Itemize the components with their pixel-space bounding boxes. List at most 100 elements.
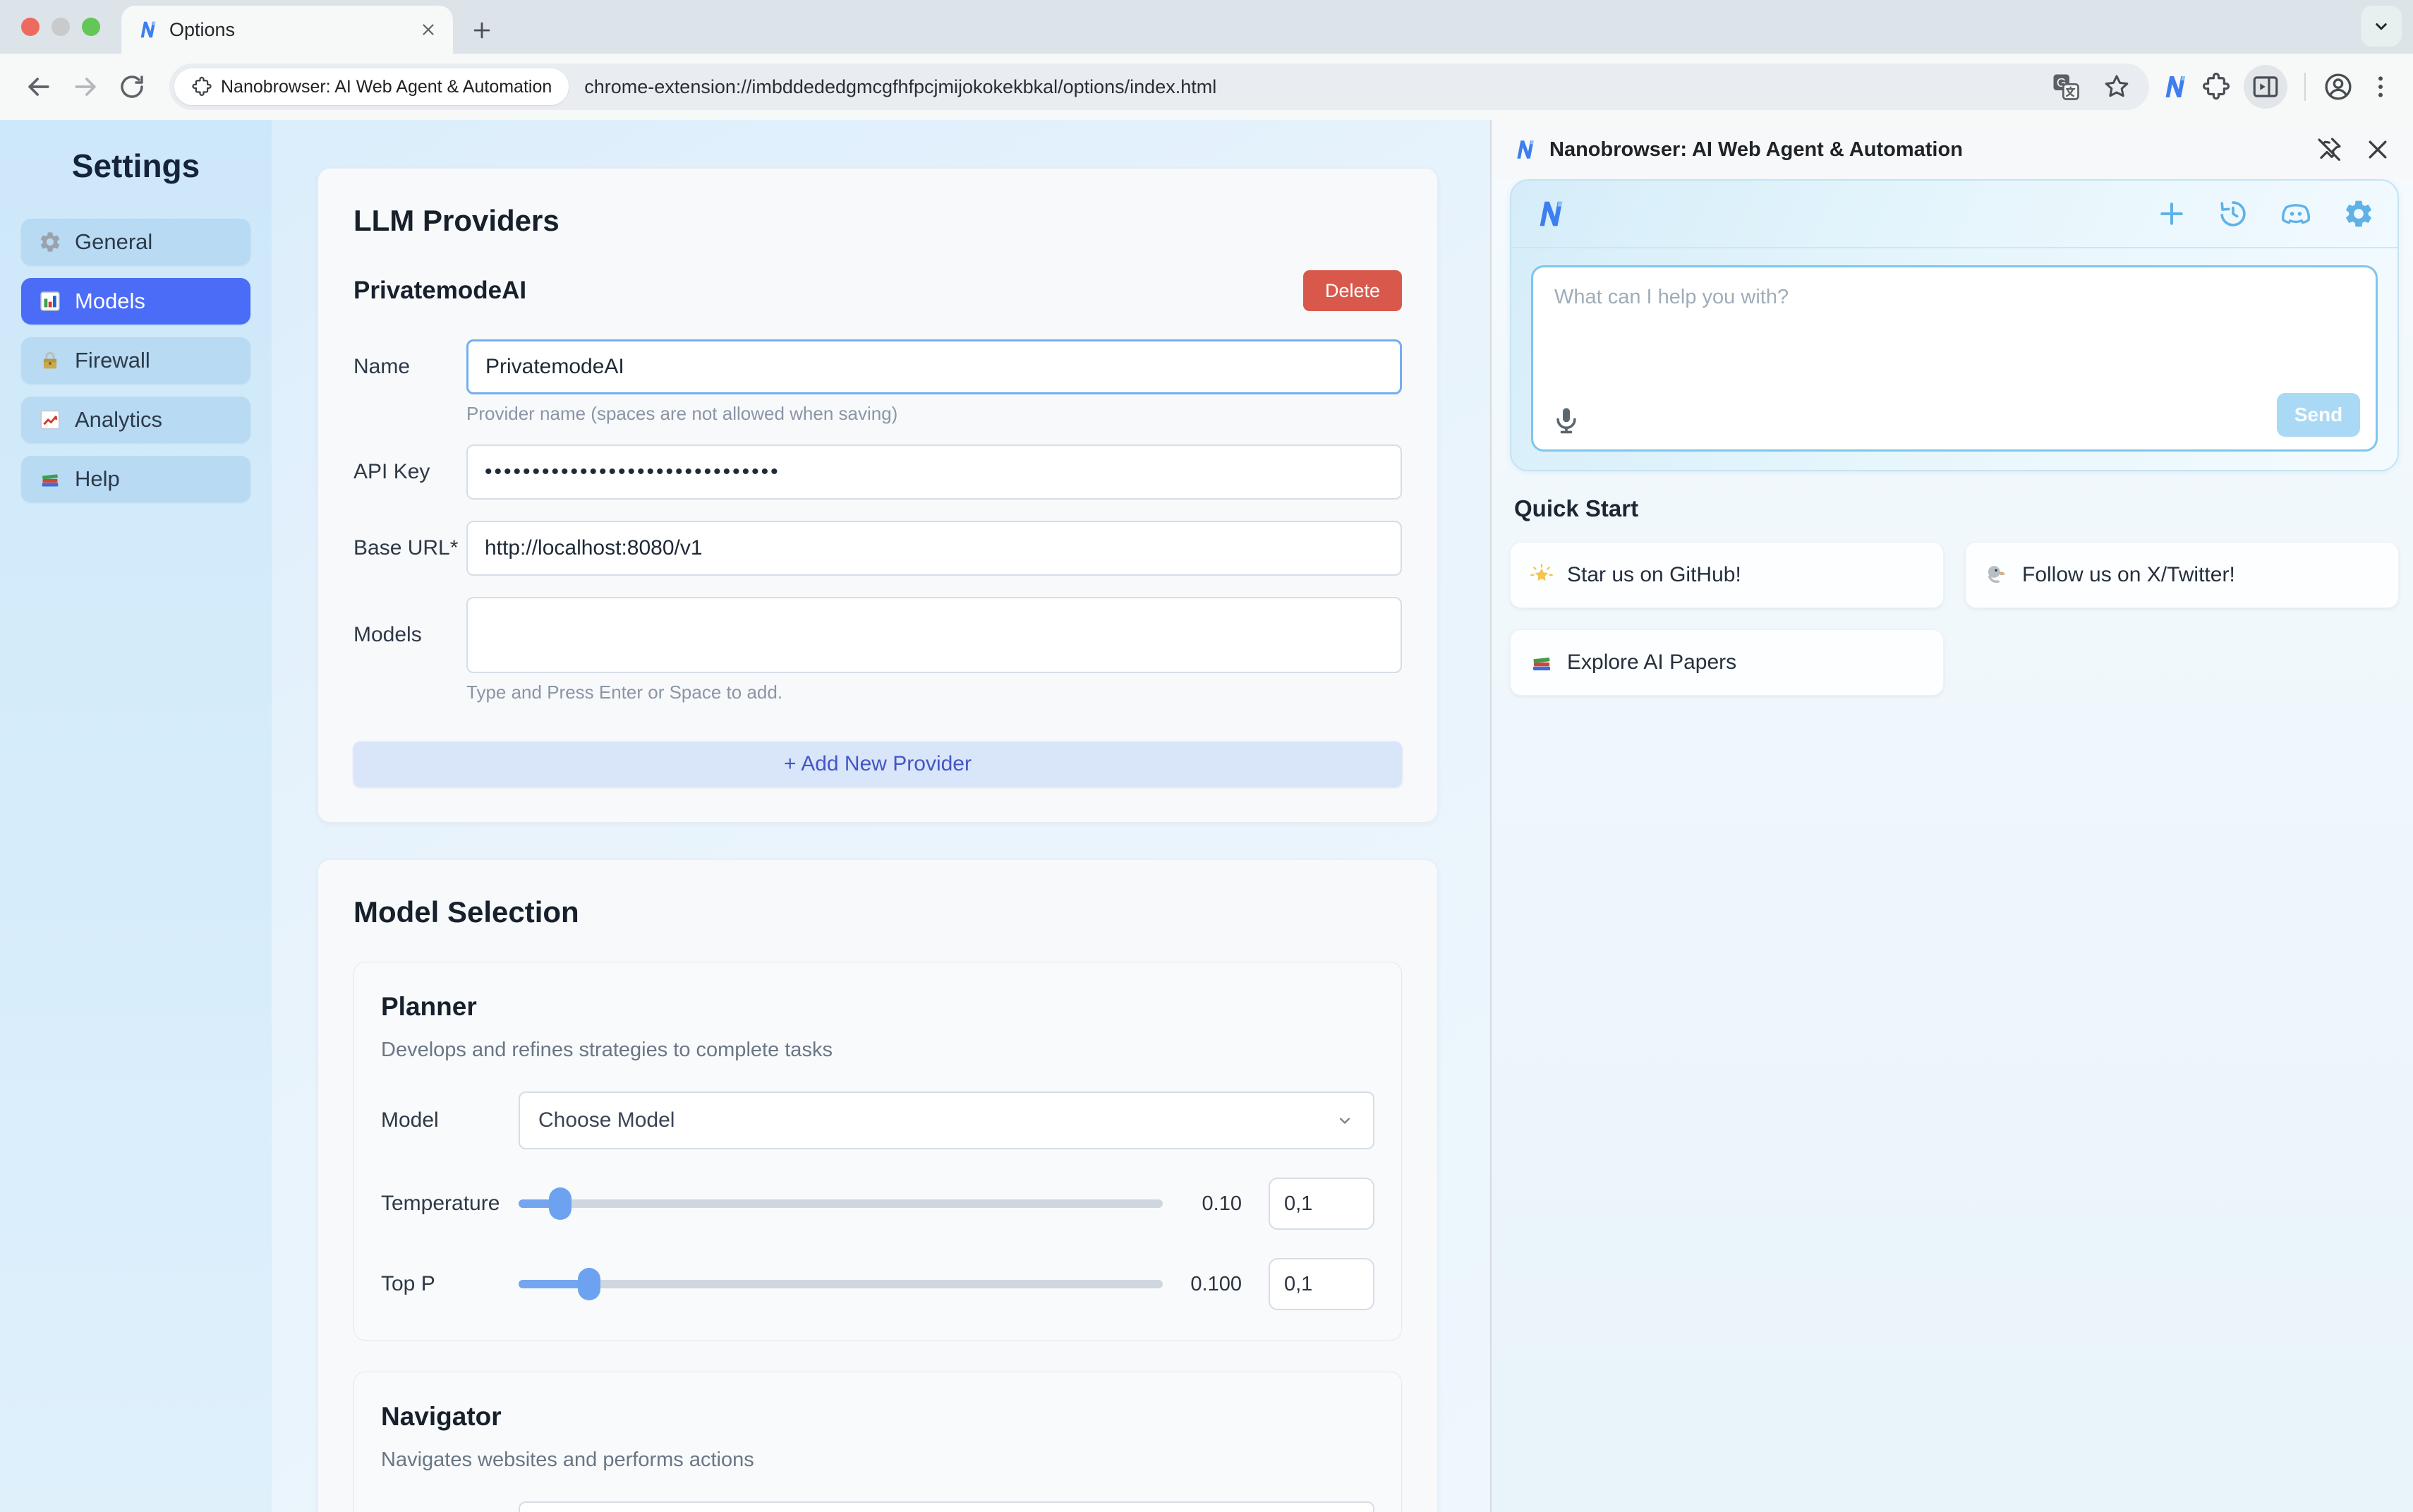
new-tab-button[interactable] <box>470 18 494 42</box>
name-hint: Provider name (spaces are not allowed wh… <box>466 403 1402 425</box>
quick-start-github[interactable]: Star us on GitHub! <box>1510 542 1944 608</box>
books-icon <box>1529 650 1554 675</box>
toolbar-extensions-area <box>2160 65 2395 109</box>
unpin-panel-icon[interactable] <box>2314 135 2344 164</box>
translate-icon[interactable]: G <box>2052 73 2080 101</box>
extension-chip-icon <box>191 76 212 97</box>
sidebar-item-firewall[interactable]: Firewall <box>21 337 250 384</box>
lock-icon <box>38 349 62 373</box>
discord-icon[interactable] <box>2279 197 2313 231</box>
nanobrowser-favicon-icon <box>137 19 158 40</box>
planner-temperature-slider[interactable] <box>519 1187 1163 1220</box>
base-url-input[interactable] <box>466 521 1402 576</box>
quick-start-papers[interactable]: Explore AI Papers <box>1510 629 1944 696</box>
sidebar-item-label: Help <box>75 466 120 492</box>
close-panel-icon[interactable] <box>2364 135 2392 164</box>
history-icon[interactable] <box>2217 198 2249 230</box>
planner-model-label: Model <box>381 1108 519 1132</box>
side-panel-title: Nanobrowser: AI Web Agent & Automation <box>1549 138 2302 162</box>
delete-provider-button[interactable]: Delete <box>1303 270 1402 311</box>
base-url-label: Base URL* <box>353 536 466 560</box>
nanobrowser-logo-icon <box>1513 138 1537 162</box>
extensions-puzzle-icon[interactable] <box>2201 72 2231 102</box>
llm-providers-heading: LLM Providers <box>353 204 1402 238</box>
quick-start-twitter[interactable]: Follow us on X/Twitter! <box>1965 542 2399 608</box>
gear-icon <box>38 230 62 254</box>
tab-search-button[interactable] <box>2361 6 2402 47</box>
reload-button[interactable] <box>111 66 152 107</box>
model-selection-card: Model Selection Planner Develops and ref… <box>318 859 1438 1512</box>
nanobrowser-toolbar-icon[interactable] <box>2160 73 2189 101</box>
nanobrowser-logo-icon <box>1534 198 1566 230</box>
planner-model-value: Choose Model <box>538 1108 675 1132</box>
llm-providers-card: LLM Providers PrivatemodeAI Delete Name … <box>318 168 1438 823</box>
options-page: Settings General Models <box>0 120 1490 1512</box>
books-icon <box>38 467 62 491</box>
api-key-input[interactable] <box>466 444 1402 500</box>
back-button[interactable] <box>18 66 59 107</box>
navigator-model-select[interactable]: Choose Model <box>519 1501 1374 1512</box>
navigator-section: Navigator Navigates websites and perform… <box>353 1372 1402 1512</box>
window-zoom-button[interactable] <box>82 18 100 36</box>
planner-top-p-slider[interactable] <box>519 1268 1163 1300</box>
microphone-icon[interactable] <box>1550 404 1583 437</box>
sidebar-item-label: Firewall <box>75 348 150 373</box>
sidebar-item-general[interactable]: General <box>21 219 250 265</box>
navigator-description: Navigates websites and performs actions <box>381 1449 1374 1472</box>
tab-options[interactable]: Options <box>121 6 453 54</box>
model-selection-heading: Model Selection <box>353 895 1402 929</box>
settings-sidebar: Settings General Models <box>0 120 272 1512</box>
toolbar-separator <box>2304 73 2306 101</box>
quick-start-label: Star us on GitHub! <box>1567 563 1741 587</box>
chat-container: Send <box>1510 179 2399 471</box>
address-bar[interactable]: Nanobrowser: AI Web Agent & Automation c… <box>169 63 2149 110</box>
slider-thumb[interactable] <box>578 1268 600 1300</box>
extension-page-chip[interactable]: Nanobrowser: AI Web Agent & Automation <box>174 68 569 105</box>
planner-temperature-value: 0.10 <box>1163 1192 1242 1216</box>
glowing-star-icon <box>1529 562 1554 588</box>
quick-start-label: Follow us on X/Twitter! <box>2022 563 2235 587</box>
menu-kebab-icon[interactable] <box>2366 73 2395 101</box>
new-chat-icon[interactable] <box>2156 198 2187 229</box>
chat-input[interactable]: Send <box>1531 265 2378 452</box>
models-hint: Type and Press Enter or Space to add. <box>466 682 1402 703</box>
navigator-heading: Navigator <box>381 1402 1374 1432</box>
browser-toolbar: Nanobrowser: AI Web Agent & Automation c… <box>0 54 2413 120</box>
slider-thumb[interactable] <box>549 1187 572 1220</box>
sidebar-item-help[interactable]: Help <box>21 456 250 502</box>
window-minimize-button[interactable] <box>52 18 70 36</box>
send-button[interactable]: Send <box>2277 393 2360 437</box>
planner-heading: Planner <box>381 992 1374 1022</box>
page-title: Settings <box>0 147 272 185</box>
tab-title: Options <box>169 19 408 41</box>
provider-name-input[interactable] <box>466 339 1402 394</box>
window-close-button[interactable] <box>21 18 40 36</box>
forward-button[interactable] <box>65 66 106 107</box>
sidebar-item-analytics[interactable]: Analytics <box>21 397 250 443</box>
profile-button[interactable] <box>2323 71 2354 102</box>
settings-gear-icon[interactable] <box>2342 198 2375 230</box>
sidebar-item-label: Models <box>75 289 145 314</box>
nanobrowser-side-panel: Nanobrowser: AI Web Agent & Automation <box>1492 120 2413 1512</box>
quick-start-heading: Quick Start <box>1514 495 2399 522</box>
add-provider-button[interactable]: + Add New Provider <box>353 742 1402 787</box>
bookmark-star-icon[interactable] <box>2103 73 2131 101</box>
sidebar-item-models[interactable]: Models <box>21 278 250 325</box>
planner-model-select[interactable]: Choose Model <box>519 1091 1374 1149</box>
planner-top-p-input[interactable] <box>1269 1258 1374 1310</box>
side-panel-button[interactable] <box>2244 65 2287 109</box>
name-label: Name <box>353 355 466 379</box>
sidebar-item-label: General <box>75 229 152 255</box>
planner-temperature-label: Temperature <box>381 1192 519 1216</box>
planner-section: Planner Develops and refines strategies … <box>353 962 1402 1341</box>
chat-textarea[interactable] <box>1554 286 2354 399</box>
bird-icon <box>1984 562 2009 588</box>
models-label: Models <box>353 623 466 647</box>
provider-name: PrivatemodeAI <box>353 277 526 305</box>
tab-close-icon[interactable] <box>419 20 437 39</box>
chart-up-icon <box>38 408 62 432</box>
models-input[interactable] <box>466 597 1402 673</box>
planner-top-p-label: Top P <box>381 1272 519 1296</box>
side-panel-header: Nanobrowser: AI Web Agent & Automation <box>1492 120 2413 179</box>
planner-temperature-input[interactable] <box>1269 1178 1374 1230</box>
